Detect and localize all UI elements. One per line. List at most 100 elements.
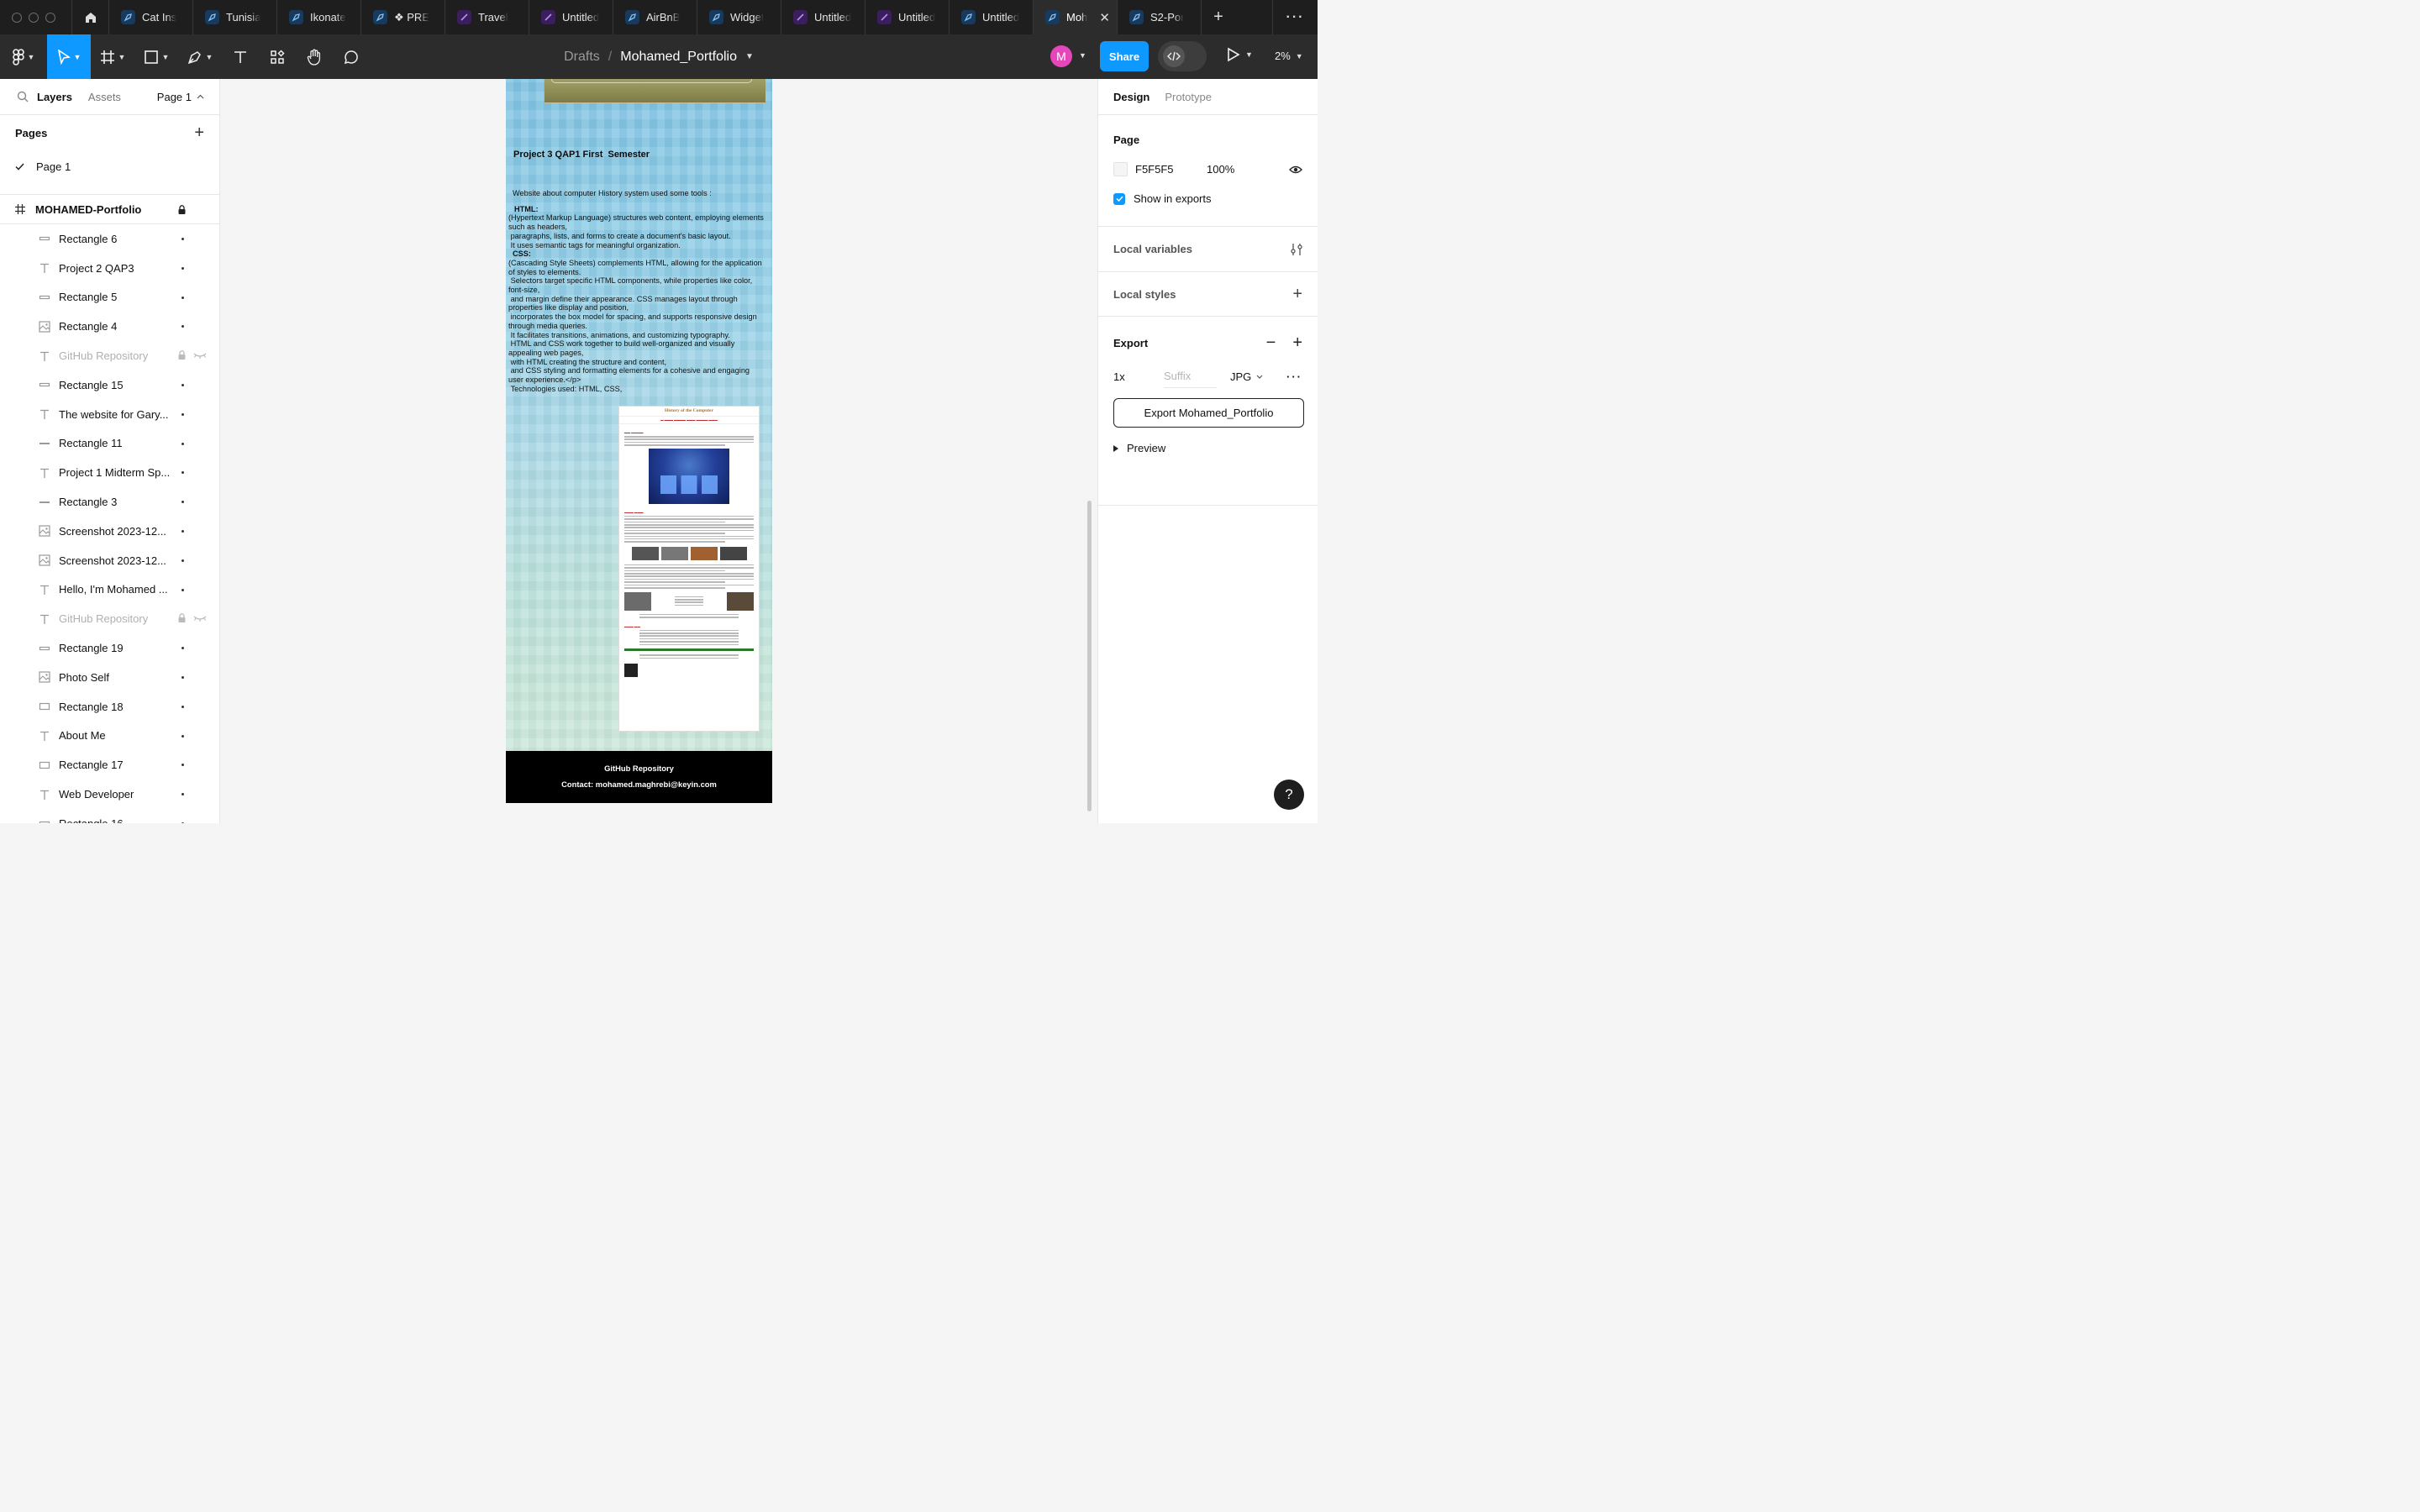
sliders-icon[interactable] bbox=[1291, 243, 1302, 256]
page-item[interactable]: Page 1 bbox=[0, 151, 219, 181]
file-tab[interactable]: Moh ✕ bbox=[1034, 0, 1118, 34]
file-tab[interactable]: Widget bbox=[697, 0, 781, 34]
layer-visibility-dot[interactable] bbox=[182, 822, 184, 823]
file-tab[interactable]: Untitled bbox=[950, 0, 1034, 34]
layer-visibility-dot[interactable] bbox=[182, 647, 184, 650]
frame-layer[interactable]: MOHAMED-Portfolio bbox=[0, 194, 219, 224]
layer-lock-hide-controls[interactable] bbox=[178, 613, 207, 623]
layer-row[interactable]: Project 1 Midterm Sp... bbox=[0, 458, 219, 487]
layer-visibility-dot[interactable] bbox=[182, 238, 184, 240]
add-style-button[interactable]: + bbox=[1292, 285, 1302, 304]
file-name[interactable]: Mohamed_Portfolio bbox=[620, 50, 737, 65]
export-format-select[interactable]: JPG bbox=[1230, 370, 1263, 383]
text-tool[interactable] bbox=[222, 34, 259, 79]
eye-icon[interactable] bbox=[1289, 165, 1302, 174]
layer-visibility-dot[interactable] bbox=[182, 266, 184, 270]
file-tab[interactable]: AirBnB bbox=[613, 0, 697, 34]
layer-visibility-dot[interactable] bbox=[182, 793, 184, 796]
layer-row[interactable]: Photo Self bbox=[0, 663, 219, 692]
comment-tool[interactable] bbox=[333, 34, 370, 79]
add-page-button[interactable]: + bbox=[194, 123, 204, 143]
layer-visibility-dot[interactable] bbox=[182, 764, 184, 767]
local-variables-section[interactable]: Local variables bbox=[1098, 227, 1318, 272]
layer-row[interactable]: Rectangle 17 bbox=[0, 750, 219, 780]
layer-row[interactable]: Hello, I'm Mohamed ... bbox=[0, 575, 219, 605]
layer-row[interactable]: Rectangle 3 bbox=[0, 487, 219, 517]
layer-visibility-dot[interactable] bbox=[182, 296, 184, 299]
main-menu-button[interactable]: ▼ bbox=[0, 34, 47, 79]
export-suffix-input[interactable]: Suffix bbox=[1164, 365, 1217, 388]
layer-row[interactable]: Web Developer bbox=[0, 780, 219, 809]
layer-row[interactable]: Project 2 QAP3 bbox=[0, 254, 219, 283]
file-tab[interactable]: Ikonate bbox=[277, 0, 361, 34]
help-button[interactable]: ? bbox=[1274, 780, 1304, 810]
layer-row[interactable]: Screenshot 2023-12... bbox=[0, 517, 219, 546]
export-more-options[interactable]: ··· bbox=[1286, 370, 1302, 383]
layer-visibility-dot[interactable] bbox=[182, 734, 184, 738]
layer-visibility-dot[interactable] bbox=[182, 412, 184, 416]
show-in-exports-row[interactable]: Show in exports bbox=[1113, 192, 1302, 205]
new-tab-button[interactable]: + bbox=[1202, 0, 1235, 34]
layer-row[interactable]: Rectangle 18 bbox=[0, 692, 219, 722]
background-opacity[interactable]: 100% bbox=[1207, 163, 1234, 176]
tab-overflow-menu[interactable]: ··· bbox=[1272, 0, 1318, 34]
layer-visibility-dot[interactable] bbox=[182, 705, 184, 708]
file-tab[interactable]: S2-Por bbox=[1118, 0, 1202, 34]
footer-github-link[interactable]: GitHub Repository bbox=[506, 764, 772, 773]
layer-visibility-dot[interactable] bbox=[182, 588, 184, 591]
close-tab-icon[interactable]: ✕ bbox=[1099, 10, 1110, 25]
search-icon[interactable] bbox=[17, 91, 29, 102]
maximize-window-button[interactable] bbox=[45, 12, 55, 23]
lock-icon[interactable] bbox=[178, 204, 186, 214]
layer-visibility-dot[interactable] bbox=[182, 501, 184, 504]
canvas-scrollbar[interactable] bbox=[1087, 501, 1092, 811]
file-tab[interactable]: Untitled bbox=[529, 0, 613, 34]
layer-row[interactable]: Screenshot 2023-12... bbox=[0, 546, 219, 575]
file-tab[interactable]: Cat Ins bbox=[109, 0, 193, 34]
layer-row[interactable]: Rectangle 15 bbox=[0, 370, 219, 400]
home-tab[interactable] bbox=[72, 0, 109, 34]
minimize-window-button[interactable] bbox=[29, 12, 39, 23]
chevron-down-icon[interactable]: ▼ bbox=[745, 52, 754, 61]
chevron-down-icon[interactable]: ▼ bbox=[1079, 51, 1086, 60]
layer-row[interactable]: Rectangle 11 bbox=[0, 429, 219, 459]
layer-row[interactable]: GitHub Repository bbox=[0, 604, 219, 633]
tab-design[interactable]: Design bbox=[1113, 91, 1150, 103]
layer-visibility-dot[interactable] bbox=[182, 325, 184, 328]
layer-visibility-dot[interactable] bbox=[182, 442, 184, 445]
file-tab[interactable]: Untitled bbox=[865, 0, 950, 34]
layer-row[interactable]: The website for Gary... bbox=[0, 400, 219, 429]
zoom-menu[interactable]: 2% ▼ bbox=[1275, 50, 1303, 62]
file-tab[interactable]: ❖ PRE bbox=[361, 0, 445, 34]
shape-tool[interactable]: ▼ bbox=[134, 34, 178, 79]
remove-export-button[interactable]: − bbox=[1266, 333, 1276, 353]
layer-lock-hide-controls[interactable] bbox=[178, 350, 207, 360]
add-export-button[interactable]: + bbox=[1292, 333, 1302, 353]
hand-tool[interactable] bbox=[296, 34, 333, 79]
frame-tool[interactable]: ▼ bbox=[91, 34, 134, 79]
tab-layers[interactable]: Layers bbox=[37, 91, 72, 103]
background-swatch[interactable] bbox=[1113, 162, 1128, 176]
layer-visibility-dot[interactable] bbox=[182, 383, 184, 386]
breadcrumb-drafts[interactable]: Drafts bbox=[564, 50, 600, 65]
tab-assets[interactable]: Assets bbox=[88, 91, 121, 103]
layer-visibility-dot[interactable] bbox=[182, 675, 184, 679]
export-preview-toggle[interactable]: Preview bbox=[1113, 442, 1302, 454]
page-selector[interactable]: Page 1 bbox=[157, 91, 204, 103]
canvas[interactable]: Project 3 QAP1 First Semester Website ab… bbox=[220, 79, 1097, 823]
export-scale[interactable]: 1x bbox=[1113, 370, 1164, 383]
avatar[interactable]: M bbox=[1050, 45, 1072, 67]
layer-row[interactable]: Rectangle 19 bbox=[0, 633, 219, 663]
pen-tool[interactable]: ▼ bbox=[178, 34, 222, 79]
layer-row[interactable]: Rectangle 16 bbox=[0, 809, 219, 823]
file-tab[interactable]: Tunisia bbox=[193, 0, 277, 34]
layer-row[interactable]: Rectangle 4 bbox=[0, 312, 219, 341]
resources-tool[interactable] bbox=[259, 34, 296, 79]
layer-visibility-dot[interactable] bbox=[182, 529, 184, 533]
present-button[interactable]: ▼ bbox=[1227, 47, 1253, 62]
file-tab[interactable]: Untitled bbox=[781, 0, 865, 34]
layer-visibility-dot[interactable] bbox=[182, 471, 184, 475]
background-hex[interactable]: F5F5F5 bbox=[1135, 163, 1207, 176]
export-button[interactable]: Export Mohamed_Portfolio bbox=[1113, 398, 1304, 428]
layer-visibility-dot[interactable] bbox=[182, 559, 184, 562]
